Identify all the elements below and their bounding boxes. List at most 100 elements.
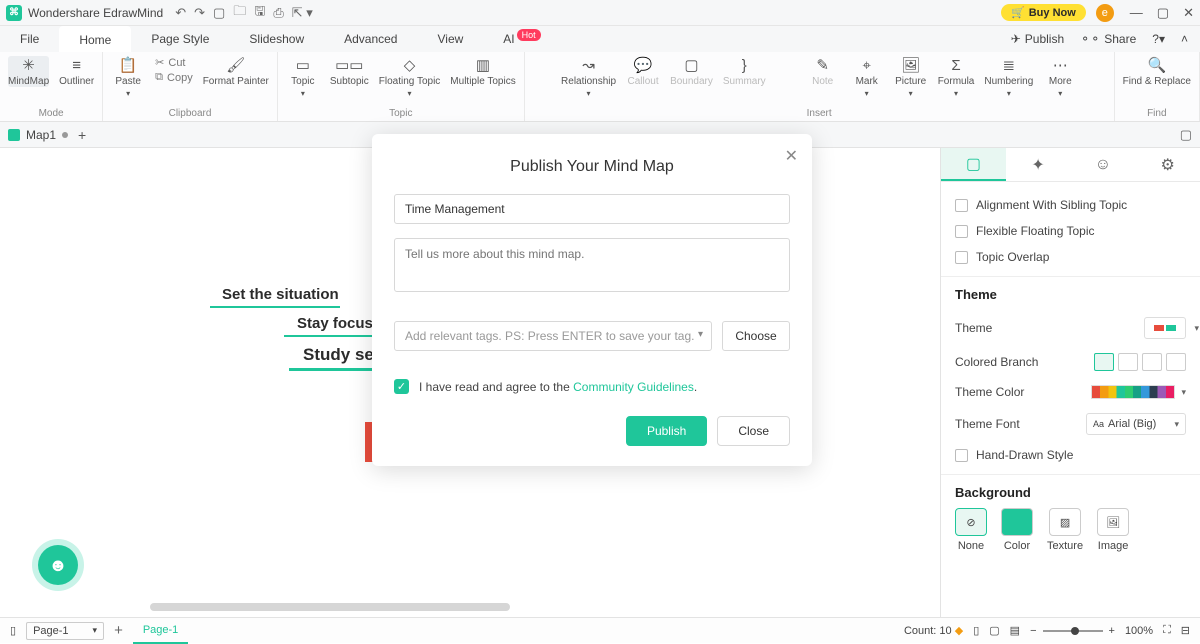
undo-icon[interactable]: ↶ — [175, 5, 186, 21]
panel-toggle-icon[interactable]: ▢ — [1180, 127, 1192, 143]
minimize-button[interactable]: — — [1130, 5, 1143, 21]
publish-tags-input[interactable]: Add relevant tags. PS: Press ENTER to sa… — [394, 321, 712, 351]
save-icon[interactable]: 🖫 — [254, 2, 265, 24]
bg-texture[interactable]: ▨Texture — [1047, 508, 1083, 552]
check-topic-overlap[interactable]: Topic Overlap — [955, 244, 1186, 270]
doc-icon — [8, 129, 20, 141]
buy-now-button[interactable]: 🛒 Buy Now — [1001, 4, 1086, 21]
branch-opt-2[interactable] — [1118, 353, 1138, 371]
agree-checkbox[interactable]: ✓ — [394, 379, 409, 394]
rtab-ai[interactable]: ✦ — [1006, 148, 1071, 181]
tab-advanced[interactable]: Advanced — [324, 26, 417, 52]
multiple-topics-button[interactable]: ▥Multiple Topics — [450, 56, 515, 98]
publish-action[interactable]: ✈Publish — [1011, 32, 1064, 46]
note-button[interactable]: ✎Note — [806, 56, 840, 98]
user-avatar[interactable]: e — [1096, 4, 1114, 22]
right-panel-tabs: ▢ ✦ ☺ ⚙ — [941, 148, 1200, 182]
boundary-button[interactable]: ▢Boundary — [670, 56, 713, 98]
export-icon[interactable]: ⇱ ▾ — [292, 5, 313, 21]
right-panel: ▢ ✦ ☺ ⚙ Alignment With Sibling Topic Fle… — [940, 148, 1200, 617]
page-tab[interactable]: Page-1 — [133, 618, 188, 644]
dialog-close-button[interactable]: ✕ — [785, 146, 798, 166]
bg-label: Image — [1098, 540, 1129, 552]
add-page-button[interactable]: + — [114, 622, 123, 639]
ai-chat-button[interactable]: ☻ — [38, 545, 78, 585]
quick-access-toolbar: ↶ ↷ ▢ 🗀 🖫 ⎙ ⇱ ▾ — [175, 2, 313, 24]
pages-panel-icon[interactable]: ▯ — [10, 624, 16, 637]
mind-node[interactable]: Set the situation — [222, 286, 339, 303]
collapse-ribbon-icon[interactable]: ˄ — [1181, 32, 1188, 46]
paste-button[interactable]: 📋Paste▾ — [111, 56, 145, 98]
zoom-out-icon[interactable]: − — [1030, 625, 1036, 637]
summary-button[interactable]: }Summary — [723, 56, 766, 98]
view-mode-3-icon[interactable]: ▤ — [1010, 624, 1020, 637]
branch-opt-1[interactable] — [1094, 353, 1114, 371]
numbering-label: Numbering — [984, 76, 1033, 87]
document-tab[interactable]: Map1 — [8, 128, 68, 142]
branch-opt-4[interactable] — [1166, 353, 1186, 371]
tab-slideshow[interactable]: Slideshow — [229, 26, 324, 52]
zoom-control[interactable]: − + — [1030, 625, 1115, 637]
find-replace-button[interactable]: 🔍Find & Replace — [1123, 56, 1191, 87]
fit-screen-icon[interactable]: ⛶ — [1163, 624, 1171, 637]
rtab-theme[interactable]: ▢ — [941, 148, 1006, 181]
tab-file[interactable]: File — [0, 26, 59, 52]
theme-font-select[interactable]: AaArial (Big) — [1086, 413, 1186, 435]
horizontal-scrollbar[interactable] — [150, 603, 510, 611]
branch-opt-3[interactable] — [1142, 353, 1162, 371]
check-align-sibling[interactable]: Alignment With Sibling Topic — [955, 192, 1186, 218]
publish-title-input[interactable] — [394, 194, 790, 224]
tab-page-style[interactable]: Page Style — [131, 26, 229, 52]
check-flexible-floating[interactable]: Flexible Floating Topic — [955, 218, 1186, 244]
view-mode-1-icon[interactable]: ▯ — [973, 624, 979, 637]
callout-button[interactable]: 💬Callout — [626, 56, 660, 98]
help-icon[interactable]: ?▾ — [1152, 32, 1165, 46]
mind-node[interactable]: Study se — [303, 345, 374, 365]
relationship-button[interactable]: ↝Relationship▾ — [561, 56, 616, 98]
format-painter-button[interactable]: 🖌Format Painter — [203, 56, 269, 98]
theme-selector[interactable] — [1144, 317, 1186, 339]
copy-button[interactable]: ⧉Copy — [155, 71, 193, 84]
close-button[interactable]: Close — [717, 416, 790, 446]
topic-button[interactable]: ▭Topic▾ — [286, 56, 320, 98]
more-button[interactable]: ⋯More▾ — [1043, 56, 1077, 98]
numbering-button[interactable]: ≣Numbering▾ — [984, 56, 1033, 98]
zoom-in-icon[interactable]: + — [1109, 625, 1115, 637]
add-tab-button[interactable]: + — [78, 127, 86, 143]
tab-ai[interactable]: AI Hot — [483, 26, 560, 52]
subtopic-button[interactable]: ▭▭Subtopic — [330, 56, 369, 98]
open-icon[interactable]: 🗀 — [233, 2, 246, 24]
mark-button[interactable]: ⌖Mark▾ — [850, 56, 884, 98]
bg-color[interactable]: Color — [1001, 508, 1033, 552]
floating-topic-button[interactable]: ◇Floating Topic▾ — [379, 56, 441, 98]
bg-texture-icon: ▨ — [1049, 508, 1081, 536]
maximize-button[interactable]: ▢ — [1157, 5, 1169, 21]
tab-view[interactable]: View — [417, 26, 483, 52]
rtab-icons[interactable]: ☺ — [1071, 148, 1136, 181]
formula-button[interactable]: ΣFormula▾ — [938, 56, 975, 98]
copy-label: Copy — [167, 72, 193, 84]
bg-none[interactable]: ⊘None — [955, 508, 987, 552]
share-action[interactable]: ⚬⚬Share — [1080, 32, 1136, 46]
check-hand-drawn[interactable]: Hand-Drawn Style — [955, 442, 1186, 468]
view-mode-2-icon[interactable]: ▢ — [989, 624, 999, 637]
cut-button[interactable]: ✂Cut — [155, 56, 193, 69]
outliner-button[interactable]: ≡Outliner — [59, 56, 94, 87]
close-window-button[interactable]: ✕ — [1183, 5, 1194, 21]
tab-home[interactable]: Home — [59, 26, 131, 52]
page-select[interactable]: Page-1▾ — [26, 622, 104, 640]
publish-description-input[interactable] — [394, 238, 790, 292]
print-icon[interactable]: ⎙ — [273, 5, 283, 21]
mindmap-button[interactable]: ✳MindMap — [8, 56, 49, 87]
publish-button[interactable]: Publish — [626, 416, 707, 446]
community-guidelines-link[interactable]: Community Guidelines — [573, 380, 694, 394]
theme-color-picker[interactable] — [1091, 385, 1175, 399]
bg-image[interactable]: 🖼Image — [1097, 508, 1129, 552]
rtab-settings[interactable]: ⚙ — [1135, 148, 1200, 181]
new-icon[interactable]: ▢ — [213, 5, 225, 21]
collapse-panel-icon[interactable]: ⊟ — [1181, 624, 1190, 637]
picture-button[interactable]: 🖼Picture▾ — [894, 56, 928, 98]
redo-icon[interactable]: ↷ — [194, 5, 205, 21]
choose-button[interactable]: Choose — [722, 321, 790, 351]
zoom-value[interactable]: 100% — [1125, 625, 1153, 637]
